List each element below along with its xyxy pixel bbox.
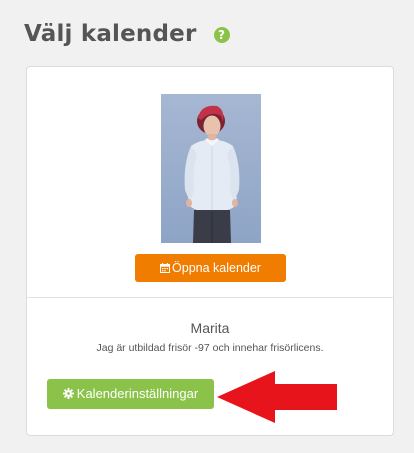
calendar-settings-label: Kalenderinställningar: [76, 386, 199, 401]
open-calendar-button[interactable]: Öppna kalender: [135, 254, 286, 282]
help-icon[interactable]: ?: [213, 27, 230, 43]
open-calendar-label: Öppna kalender: [172, 261, 261, 275]
calendar-card: Öppna kalender Marita Jag är utbildad fr…: [26, 66, 394, 436]
calendar-settings-button[interactable]: Kalenderinställningar: [47, 379, 214, 409]
stylist-bio: Jag är utbildad frisör -97 och innehar f…: [96, 342, 324, 354]
profile-photo-illustration: [161, 94, 261, 243]
stylist-name: Marita: [190, 320, 230, 336]
calendar-icon: [160, 263, 171, 273]
profile-photo: [161, 94, 261, 243]
page: Välj kalender ? Öppna kalender Marita Ja…: [0, 0, 414, 453]
card-divider: [27, 297, 393, 298]
title-row: Välj kalender ?: [24, 18, 230, 50]
gear-icon: [62, 388, 74, 399]
red-arrow-left-icon: [217, 371, 337, 423]
page-title: Välj kalender: [24, 21, 197, 47]
